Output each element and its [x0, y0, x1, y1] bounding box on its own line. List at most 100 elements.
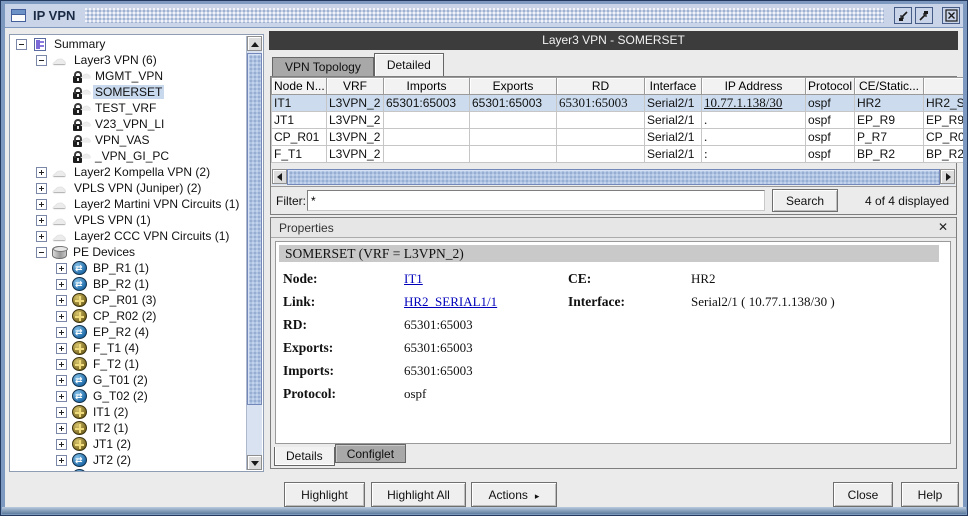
expand-toggle[interactable] — [36, 231, 47, 242]
expand-toggle[interactable] — [56, 263, 67, 274]
collapse-toggle[interactable] — [36, 55, 47, 66]
hr2-serial1-1-link[interactable]: HR2_SERIAL1/1 — [404, 294, 568, 310]
vpn-cloud-icon — [52, 197, 68, 212]
tree-item-cp-r01-3[interactable]: CP_R01 (3) — [14, 292, 246, 308]
column-header-rd[interactable]: RD — [557, 78, 645, 95]
tree-item-ep-r2-4[interactable]: EP_R2 (4) — [14, 324, 246, 340]
expand-toggle[interactable] — [56, 471, 67, 472]
tree-item-jt1-2[interactable]: JT1 (2) — [14, 436, 246, 452]
scroll-down-button[interactable] — [247, 455, 262, 470]
tree-scrollbar-thumb[interactable] — [247, 53, 262, 405]
table-hscrollbar[interactable] — [272, 169, 955, 185]
tree-item-somerset[interactable]: SOMERSET — [14, 84, 246, 100]
search-button[interactable]: Search — [772, 189, 838, 212]
table-row-it1[interactable]: IT1L3VPN_265301:6500365301:6500365301:65… — [272, 95, 964, 112]
close-button[interactable]: Close — [833, 482, 893, 507]
minimize-button[interactable] — [894, 7, 912, 24]
column-header-protocol[interactable]: Protocol — [806, 78, 855, 95]
tree-scrollbar[interactable] — [246, 36, 262, 470]
expand-toggle[interactable] — [56, 327, 67, 338]
prop-label: Interface: — [568, 294, 691, 310]
expand-toggle[interactable] — [36, 199, 47, 210]
tree-item[interactable] — [14, 468, 246, 471]
expand-toggle[interactable] — [56, 439, 67, 450]
tree-item-layer2-kompella-vpn-2[interactable]: Layer2 Kompella VPN (2) — [14, 164, 246, 180]
tree-item-it1-2[interactable]: IT1 (2) — [14, 404, 246, 420]
tree-item-test-vrf[interactable]: TEST_VRF — [14, 100, 246, 116]
tree-item-layer3-vpn-6[interactable]: Layer3 VPN (6) — [14, 52, 246, 68]
column-header-imports[interactable]: Imports — [384, 78, 470, 95]
column-header-node-n[interactable]: Node N... — [272, 78, 327, 95]
tree-item-cp-r02-2[interactable]: CP_R02 (2) — [14, 308, 246, 324]
table-row-f-t1[interactable]: F_T1L3VPN_2Serial2/1:ospfBP_R2BP_R2_SERI… — [272, 146, 964, 163]
tree-item-v23-vpn-li[interactable]: V23_VPN_LI — [14, 116, 246, 132]
expand-toggle[interactable] — [56, 359, 67, 370]
tree-item-label: VPN_VAS — [93, 133, 151, 147]
window-titlebar[interactable]: IP VPN — [5, 4, 963, 27]
tree-item-pe-devices[interactable]: PE Devices — [14, 244, 246, 260]
tree-item-vpls-vpn-1[interactable]: VPLS VPN (1) — [14, 212, 246, 228]
vpn-tree: SummaryLayer3 VPN (6)MGMT_VPNSOMERSETTES… — [10, 36, 246, 471]
properties-close-button[interactable]: ✕ — [938, 220, 948, 234]
tree-item-g-t01-2[interactable]: G_T01 (2) — [14, 372, 246, 388]
column-header-exports[interactable]: Exports — [470, 78, 557, 95]
tree-item-bp-r2-1[interactable]: BP_R2 (1) — [14, 276, 246, 292]
tab-details[interactable]: Details — [274, 447, 335, 466]
tree-item-mgmt-vpn[interactable]: MGMT_VPN — [14, 68, 246, 84]
expand-toggle[interactable] — [56, 455, 67, 466]
window-close-button[interactable] — [942, 7, 960, 24]
router-icon — [72, 373, 87, 387]
highlight-button[interactable]: Highlight — [284, 482, 365, 507]
tree-item-jt2-2[interactable]: JT2 (2) — [14, 452, 246, 468]
table-cell — [470, 129, 557, 146]
highlight-all-button[interactable]: Highlight All — [371, 482, 466, 507]
tab-configlet[interactable]: Configlet — [335, 444, 406, 463]
expand-toggle[interactable] — [56, 295, 67, 306]
expand-toggle[interactable] — [36, 183, 47, 194]
tree-item-bp-r1-1[interactable]: BP_R1 (1) — [14, 260, 246, 276]
expand-toggle[interactable] — [56, 407, 67, 418]
tree-item-it2-1[interactable]: IT2 (1) — [14, 420, 246, 436]
filter-input[interactable] — [307, 190, 765, 211]
collapse-toggle[interactable] — [36, 247, 47, 258]
scroll-up-button[interactable] — [247, 36, 262, 51]
tree-item-vpn-vas[interactable]: VPN_VAS — [14, 132, 246, 148]
it1-link[interactable]: IT1 — [404, 271, 568, 287]
tree-item-f-t1-4[interactable]: F_T1 (4) — [14, 340, 246, 356]
expand-toggle[interactable] — [56, 375, 67, 386]
scroll-left-button[interactable] — [272, 169, 287, 184]
column-header-ce-static[interactable]: CE/Static... — [855, 78, 924, 95]
maximize-button[interactable] — [915, 7, 933, 24]
column-header-link[interactable]: Link — [924, 78, 964, 95]
column-header-vrf[interactable]: VRF — [327, 78, 384, 95]
tree-item-vpls-vpn-juniper-2[interactable]: VPLS VPN (Juniper) (2) — [14, 180, 246, 196]
scroll-right-button[interactable] — [940, 169, 955, 184]
column-header-interface[interactable]: Interface — [645, 78, 702, 95]
expand-toggle[interactable] — [36, 167, 47, 178]
prop-label: Imports: — [283, 363, 404, 379]
tree-item-summary[interactable]: Summary — [14, 36, 246, 52]
actions-button[interactable]: Actions▸ — [471, 482, 557, 507]
table-hscrollbar-thumb[interactable] — [287, 169, 940, 185]
tab-vpn-topology[interactable]: VPN Topology — [272, 57, 374, 76]
router-icon — [72, 293, 87, 307]
tree-item-g-t02-2[interactable]: G_T02 (2) — [14, 388, 246, 404]
expand-toggle[interactable] — [36, 215, 47, 226]
table-row-cp-r01[interactable]: CP_R01L3VPN_2Serial2/1.ospfP_R7CP_R01_SE… — [272, 129, 964, 146]
expand-toggle[interactable] — [56, 311, 67, 322]
expand-toggle[interactable] — [56, 279, 67, 290]
tree-item-f-t2-1[interactable]: F_T2 (1) — [14, 356, 246, 372]
table-row-jt1[interactable]: JT1L3VPN_2Serial2/1.ospfEP_R9EP_R9_SERIA… — [272, 112, 964, 129]
table-cell: HR2 — [855, 95, 924, 112]
expand-toggle[interactable] — [56, 343, 67, 354]
tree-item-layer2-martini-vpn-circuits-1[interactable]: Layer2 Martini VPN Circuits (1) — [14, 196, 246, 212]
tab-detailed[interactable]: Detailed — [374, 53, 444, 76]
table-cell — [470, 146, 557, 163]
collapse-toggle[interactable] — [16, 39, 27, 50]
help-button[interactable]: Help — [901, 482, 959, 507]
column-header-ip-address[interactable]: IP Address — [702, 78, 806, 95]
expand-toggle[interactable] — [56, 391, 67, 402]
expand-toggle[interactable] — [56, 423, 67, 434]
tree-item-vpn-gi-pc[interactable]: _VPN_GI_PC — [14, 148, 246, 164]
tree-item-layer2-ccc-vpn-circuits-1[interactable]: Layer2 CCC VPN Circuits (1) — [14, 228, 246, 244]
